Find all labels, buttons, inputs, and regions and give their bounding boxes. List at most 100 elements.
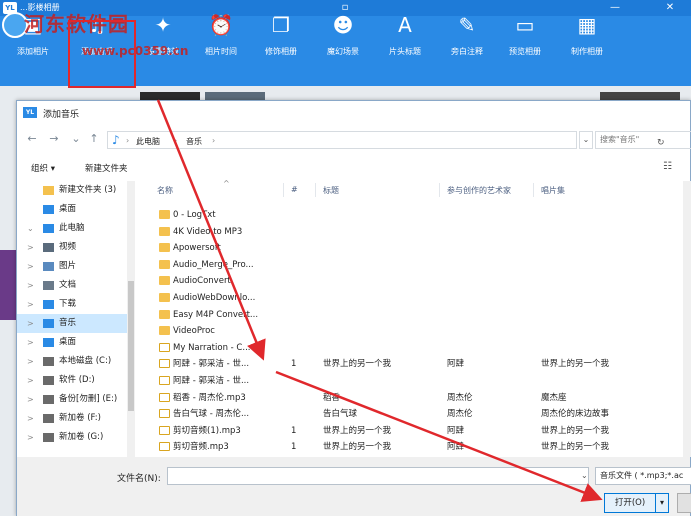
tree-item[interactable]: > 本地磁盘 (C:) <box>17 352 127 371</box>
open-dropdown-button[interactable]: ▾ <box>655 493 669 513</box>
address-bar[interactable]: ♪ › 此电脑 › 音乐 › ↻ <box>107 131 665 149</box>
navigation-bar: ← → ⌄ ↑ ♪ › 此电脑 › 音乐 › ↻ ⌄ 搜索"音乐" <box>17 127 691 153</box>
tree-expand-icon[interactable]: > <box>27 295 34 314</box>
up-arrow-icon[interactable]: ↑ <box>87 132 101 146</box>
file-list-scrollbar[interactable] <box>683 181 691 457</box>
organize-button[interactable]: 组织 ▾ <box>31 162 55 174</box>
column-header-title[interactable]: 标题 <box>323 185 339 196</box>
table-row[interactable]: VideoProc <box>135 323 691 339</box>
tree-item[interactable]: 新建文件夹 (3) <box>17 181 127 200</box>
tree-item[interactable]: > 音乐 <box>17 314 127 333</box>
tree-expand-icon[interactable]: > <box>27 257 34 276</box>
tree-item[interactable]: > 备份[勿删] (E:) <box>17 390 127 409</box>
tree-expand-icon[interactable]: > <box>27 314 34 333</box>
table-row[interactable]: AudioConvert <box>135 273 691 289</box>
tree-scrollbar-thumb[interactable] <box>128 281 134 411</box>
view-options-icon[interactable]: ☷ <box>663 161 672 172</box>
music-file-icon <box>159 425 170 435</box>
table-row[interactable]: 4K Video to MP3 <box>135 224 691 240</box>
toolbar-button-7[interactable]: ✎ 旁白注释 <box>436 8 498 68</box>
cancel-button[interactable] <box>677 493 691 513</box>
cell-name: 4K Video to MP3 <box>173 226 243 237</box>
tree-item[interactable]: ⌄ 此电脑 <box>17 219 127 238</box>
toolbar-button-label: 预览相册 <box>509 47 541 56</box>
tree-item[interactable]: > 桌面 <box>17 333 127 352</box>
music-file-icon <box>159 409 170 419</box>
toolbar-button-4[interactable]: ❐ 修饰相册 <box>250 8 312 68</box>
tree-expand-icon[interactable]: > <box>27 238 34 257</box>
tree-item[interactable]: 桌面 <box>17 200 127 219</box>
music-file-icon <box>159 442 170 452</box>
desktop-icon <box>43 205 54 214</box>
tree-item-label: 软件 (D:) <box>59 375 95 385</box>
cell-artist: 周杰伦 <box>447 392 473 403</box>
table-row[interactable]: 剪切音频.mp3 1 世界上的另一个我 阿肆 世界上的另一个我 <box>135 439 691 455</box>
forward-arrow-icon[interactable]: → <box>47 132 61 146</box>
tree-expand-icon[interactable]: > <box>27 352 34 371</box>
tree-expand-icon[interactable]: > <box>27 371 34 390</box>
new-folder-button[interactable]: 新建文件夹 <box>85 162 128 174</box>
tree-item-label: 下载 <box>59 299 77 309</box>
column-header-number[interactable]: # <box>291 185 298 194</box>
tree-expand-icon[interactable]: > <box>27 276 34 295</box>
tree-item[interactable]: > 新加卷 (F:) <box>17 409 127 428</box>
filetype-select[interactable]: 音乐文件 ( *.mp3;*.ac <box>595 467 691 485</box>
tree-item[interactable]: > 新加卷 (G:) <box>17 428 127 447</box>
table-row[interactable]: Easy M4P Convert... <box>135 307 691 323</box>
monitor-icon: ▭ <box>515 13 535 37</box>
tree-expand-icon[interactable]: > <box>27 390 34 409</box>
cell-name: My Narration - C... <box>173 342 251 353</box>
toolbar-button-5[interactable]: ☻ 魔幻场景 <box>312 8 374 68</box>
tree-expand-icon[interactable]: > <box>27 409 34 428</box>
tree-item[interactable]: > 图片 <box>17 257 127 276</box>
table-row[interactable]: 稻香 - 周杰伦.mp3 稻香 周杰伦 魔杰座 <box>135 390 691 406</box>
table-row[interactable]: 阿肆 - 郭采洁 - 世... <box>135 373 691 389</box>
address-dropdown-icon[interactable]: ⌄ <box>579 131 593 149</box>
tree-item[interactable]: > 视频 <box>17 238 127 257</box>
toolbar-button-6[interactable]: A 片头标题 <box>374 8 436 68</box>
breadcrumb-this-pc[interactable]: 此电脑 <box>136 136 160 147</box>
toolbar-button-9[interactable]: ▦ 制作相册 <box>556 8 618 68</box>
breadcrumb-music[interactable]: 音乐 <box>186 136 202 147</box>
cell-name: 告白气球 - 周杰伦... <box>173 409 250 420</box>
tree-scrollbar[interactable] <box>127 181 135 457</box>
music-icon <box>43 319 54 328</box>
masks-icon: ☻ <box>332 13 354 37</box>
doc-icon <box>43 281 54 290</box>
cell-name: Apowersoft <box>173 243 221 254</box>
table-row[interactable]: AudioWebDownlo... <box>135 290 691 306</box>
recent-dropdown-icon[interactable]: ⌄ <box>69 132 83 146</box>
table-row[interactable]: Audio_Merge_Pro... <box>135 257 691 273</box>
column-header-artist[interactable]: 参与创作的艺术家 <box>447 185 511 196</box>
tree-expand-icon[interactable]: > <box>27 333 34 352</box>
cell-name: 阿肆 - 郭采洁 - 世... <box>173 359 250 370</box>
cell-name: VideoProc <box>173 326 215 337</box>
table-row[interactable]: 告白气球 - 周杰伦... 告白气球 周杰伦 周杰伦的床边故事 <box>135 406 691 422</box>
table-row[interactable]: Apowersoft <box>135 240 691 256</box>
column-header-album[interactable]: 唱片集 <box>541 185 565 196</box>
tree-item[interactable]: > 文档 <box>17 276 127 295</box>
cell-album: 魔杰座 <box>541 392 567 403</box>
folder-icon <box>159 259 170 269</box>
cell-num: 1 <box>291 442 297 453</box>
tree-item[interactable]: > 软件 (D:) <box>17 371 127 390</box>
table-row[interactable]: 阿肆 - 郭采洁 - 世... 1 世界上的另一个我 阿肆 世界上的另一个我 <box>135 356 691 372</box>
filename-input[interactable] <box>167 467 589 485</box>
toolbar-button-2[interactable]: ✦ 设置特效 <box>132 8 194 68</box>
table-row[interactable]: 剪切音频(1).mp3 1 世界上的另一个我 阿肆 世界上的另一个我 <box>135 423 691 439</box>
search-input[interactable]: 搜索"音乐" <box>595 131 691 149</box>
column-separator <box>315 183 316 197</box>
toolbar-button-3[interactable]: ⏰ 相片时间 <box>190 8 252 68</box>
table-row[interactable]: 0 - LogTxt <box>135 207 691 223</box>
open-button[interactable]: 打开(O) <box>604 493 656 513</box>
back-arrow-icon[interactable]: ← <box>25 132 39 146</box>
cell-album: 世界上的另一个我 <box>541 359 610 370</box>
tree-expand-icon[interactable]: > <box>27 428 34 447</box>
column-header-name[interactable]: 名称 <box>157 185 173 196</box>
table-row[interactable]: My Narration - C... <box>135 340 691 356</box>
tree-item[interactable]: > 下载 <box>17 295 127 314</box>
toolbar-button-8[interactable]: ▭ 预览相册 <box>494 8 556 68</box>
app-close-button[interactable]: ✕ <box>655 0 685 16</box>
tree-item-label: 桌面 <box>59 204 77 214</box>
tree-expand-icon[interactable]: ⌄ <box>27 219 34 238</box>
